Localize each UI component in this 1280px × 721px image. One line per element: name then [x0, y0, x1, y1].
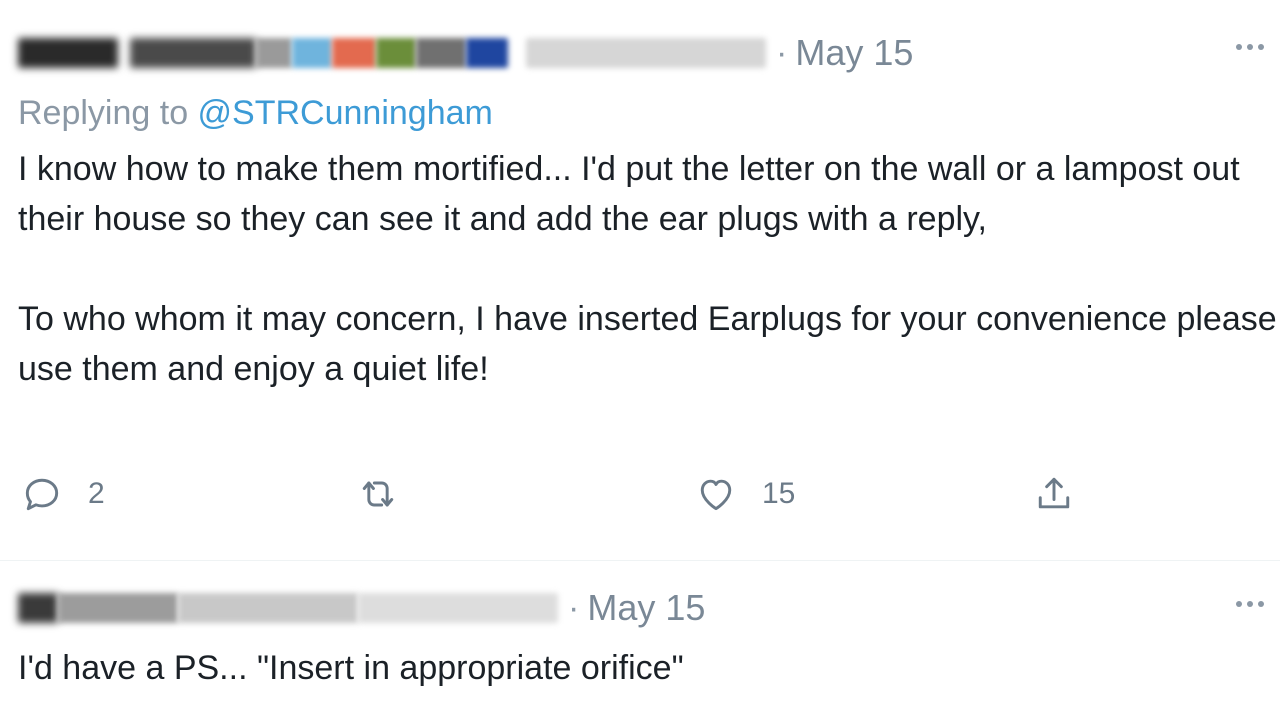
tweet[interactable]: · May 15 Replying to @STRCunningham I kn…	[0, 0, 1280, 560]
retweet-button[interactable]	[356, 472, 424, 516]
like-count: 15	[762, 477, 796, 510]
retweet-icon	[362, 481, 394, 507]
tweet-paragraph: To who whom it may concern, I have inser…	[18, 300, 1277, 388]
replying-label: Replying to	[18, 94, 198, 132]
share-icon	[1038, 477, 1070, 509]
tweet-paragraph: I'd have a PS... "Insert in appropriate …	[18, 649, 684, 687]
blurred-name-segment	[178, 593, 358, 623]
heart-icon	[700, 479, 732, 511]
replying-to: Replying to @STRCunningham	[18, 94, 493, 133]
more-dot	[1258, 44, 1264, 50]
tweet[interactable]: · May 15 I'd have a PS... "Insert in app…	[0, 560, 1280, 721]
more-dot	[1236, 601, 1242, 607]
blurred-emoji	[332, 38, 376, 68]
blurred-name-segment	[130, 38, 256, 68]
tweet-date[interactable]: May 15	[795, 32, 913, 74]
tweet-paragraph: I know how to make them mortified... I'd…	[18, 150, 1240, 238]
share-button[interactable]	[1032, 472, 1076, 516]
more-dot	[1247, 44, 1253, 50]
reply-icon	[25, 478, 59, 511]
replying-handle-link[interactable]: @STRCunningham	[198, 94, 493, 132]
blurred-emoji	[466, 38, 508, 68]
blurred-name-segment	[256, 38, 292, 68]
tweet-header: · May 15	[18, 585, 705, 631]
author-name-blurred[interactable]	[18, 593, 558, 623]
more-dot	[1236, 44, 1242, 50]
tweet-actions: 2 15	[0, 472, 1280, 528]
author-handle-blurred	[358, 593, 558, 623]
separator-dot: ·	[568, 588, 580, 627]
tweet-header: · May 15	[18, 30, 913, 76]
blurred-name-segment	[18, 38, 118, 68]
like-button[interactable]: 15	[694, 472, 795, 516]
blurred-name-segment	[58, 593, 178, 623]
blurred-emoji	[376, 38, 416, 68]
reply-count: 2	[88, 477, 105, 510]
tweet-text: I'd have a PS... "Insert in appropriate …	[18, 643, 1278, 693]
blurred-name-segment	[18, 593, 58, 623]
more-icon[interactable]	[1236, 601, 1264, 607]
more-dot	[1247, 601, 1253, 607]
reply-button[interactable]: 2	[20, 472, 105, 516]
blurred-emoji	[416, 38, 466, 68]
author-handle-blurred[interactable]	[526, 38, 766, 68]
author-name-blurred[interactable]	[18, 38, 508, 68]
separator-dot: ·	[776, 33, 788, 72]
more-icon[interactable]	[1236, 44, 1264, 50]
more-dot	[1258, 601, 1264, 607]
tweet-text: I know how to make them mortified... I'd…	[18, 144, 1278, 394]
tweet-date[interactable]: May 15	[587, 587, 705, 629]
blurred-emoji	[292, 38, 332, 68]
